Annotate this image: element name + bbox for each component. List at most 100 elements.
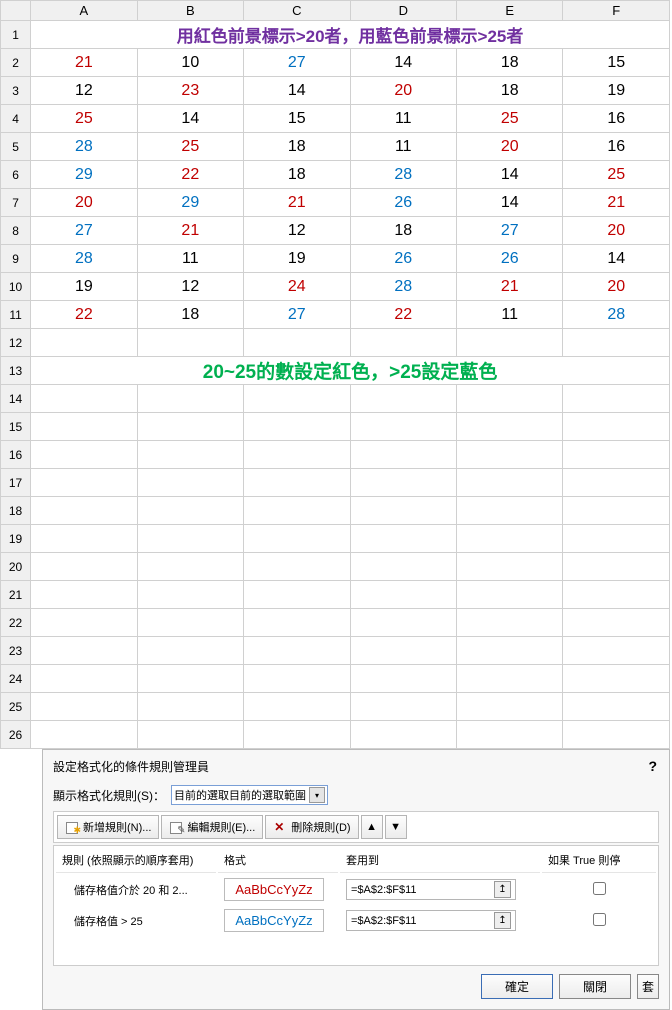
- data-cell[interactable]: 25: [457, 105, 563, 133]
- data-cell[interactable]: 27: [31, 217, 137, 245]
- empty-cell[interactable]: [137, 441, 243, 469]
- row-header[interactable]: 25: [1, 693, 31, 721]
- row-header[interactable]: 17: [1, 469, 31, 497]
- ok-button[interactable]: 確定: [481, 974, 553, 999]
- empty-cell[interactable]: [457, 665, 563, 693]
- col-header[interactable]: D: [350, 1, 456, 21]
- empty-cell[interactable]: [31, 469, 137, 497]
- empty-cell[interactable]: [457, 469, 563, 497]
- empty-cell[interactable]: [137, 329, 243, 357]
- data-cell[interactable]: 18: [457, 77, 563, 105]
- range-picker-icon[interactable]: ↥: [494, 881, 511, 898]
- empty-cell[interactable]: [563, 693, 670, 721]
- data-cell[interactable]: 21: [457, 273, 563, 301]
- row-header[interactable]: 5: [1, 133, 31, 161]
- empty-cell[interactable]: [244, 553, 350, 581]
- empty-cell[interactable]: [563, 721, 670, 749]
- data-cell[interactable]: 29: [31, 161, 137, 189]
- empty-cell[interactable]: [137, 693, 243, 721]
- row-header[interactable]: 23: [1, 637, 31, 665]
- empty-cell[interactable]: [563, 525, 670, 553]
- row-header[interactable]: 6: [1, 161, 31, 189]
- empty-cell[interactable]: [563, 497, 670, 525]
- empty-cell[interactable]: [31, 665, 137, 693]
- empty-cell[interactable]: [457, 553, 563, 581]
- empty-cell[interactable]: [137, 721, 243, 749]
- empty-cell[interactable]: [563, 329, 670, 357]
- data-cell[interactable]: 12: [244, 217, 350, 245]
- data-cell[interactable]: 26: [350, 245, 456, 273]
- row-header[interactable]: 24: [1, 665, 31, 693]
- empty-cell[interactable]: [137, 525, 243, 553]
- rule-row[interactable]: 儲存格值介於 20 和 2...AaBbCcYyZz↥: [56, 875, 656, 904]
- empty-cell[interactable]: [563, 469, 670, 497]
- edit-rule-button[interactable]: 編輯規則(E)...: [161, 815, 263, 839]
- stop-if-true-checkbox[interactable]: [593, 882, 606, 895]
- empty-cell[interactable]: [457, 525, 563, 553]
- data-cell[interactable]: 19: [31, 273, 137, 301]
- data-cell[interactable]: 11: [137, 245, 243, 273]
- data-cell[interactable]: 25: [137, 133, 243, 161]
- apply-button[interactable]: 套: [637, 974, 659, 999]
- empty-cell[interactable]: [244, 693, 350, 721]
- empty-cell[interactable]: [31, 693, 137, 721]
- data-cell[interactable]: 20: [563, 217, 670, 245]
- row-header[interactable]: 10: [1, 273, 31, 301]
- data-cell[interactable]: 12: [137, 273, 243, 301]
- empty-cell[interactable]: [244, 441, 350, 469]
- empty-cell[interactable]: [137, 581, 243, 609]
- data-cell[interactable]: 16: [563, 133, 670, 161]
- empty-cell[interactable]: [244, 665, 350, 693]
- empty-cell[interactable]: [563, 609, 670, 637]
- empty-cell[interactable]: [457, 497, 563, 525]
- empty-cell[interactable]: [31, 385, 137, 413]
- empty-cell[interactable]: [563, 581, 670, 609]
- empty-cell[interactable]: [457, 637, 563, 665]
- empty-cell[interactable]: [31, 497, 137, 525]
- data-cell[interactable]: 18: [244, 161, 350, 189]
- data-cell[interactable]: 19: [244, 245, 350, 273]
- data-cell[interactable]: 18: [137, 301, 243, 329]
- row-header[interactable]: 20: [1, 553, 31, 581]
- empty-cell[interactable]: [244, 469, 350, 497]
- data-cell[interactable]: 24: [244, 273, 350, 301]
- row-header[interactable]: 13: [1, 357, 31, 385]
- data-cell[interactable]: 18: [244, 133, 350, 161]
- empty-cell[interactable]: [244, 525, 350, 553]
- data-cell[interactable]: 26: [350, 189, 456, 217]
- empty-cell[interactable]: [31, 581, 137, 609]
- data-cell[interactable]: 12: [31, 77, 137, 105]
- applies-to-input[interactable]: [351, 884, 494, 896]
- empty-cell[interactable]: [244, 581, 350, 609]
- empty-cell[interactable]: [350, 665, 456, 693]
- empty-cell[interactable]: [31, 413, 137, 441]
- applies-to-field[interactable]: ↥: [346, 910, 516, 931]
- data-cell[interactable]: 20: [457, 133, 563, 161]
- data-cell[interactable]: 11: [350, 105, 456, 133]
- data-cell[interactable]: 27: [244, 301, 350, 329]
- empty-cell[interactable]: [350, 525, 456, 553]
- empty-cell[interactable]: [244, 497, 350, 525]
- row-header[interactable]: 19: [1, 525, 31, 553]
- data-cell[interactable]: 23: [137, 77, 243, 105]
- range-picker-icon[interactable]: ↥: [494, 912, 511, 929]
- empty-cell[interactable]: [563, 441, 670, 469]
- row-header[interactable]: 11: [1, 301, 31, 329]
- data-cell[interactable]: 11: [457, 301, 563, 329]
- close-button[interactable]: 關閉: [559, 974, 631, 999]
- data-cell[interactable]: 22: [31, 301, 137, 329]
- data-cell[interactable]: 18: [457, 49, 563, 77]
- data-cell[interactable]: 19: [563, 77, 670, 105]
- move-down-button[interactable]: ▼: [385, 815, 407, 839]
- row-header[interactable]: 9: [1, 245, 31, 273]
- empty-cell[interactable]: [137, 413, 243, 441]
- empty-cell[interactable]: [350, 553, 456, 581]
- summary-cell[interactable]: 20~25的數設定紅色，>25設定藍色: [31, 357, 670, 385]
- empty-cell[interactable]: [457, 581, 563, 609]
- row-header[interactable]: 16: [1, 441, 31, 469]
- empty-cell[interactable]: [563, 413, 670, 441]
- empty-cell[interactable]: [563, 665, 670, 693]
- empty-cell[interactable]: [244, 721, 350, 749]
- empty-cell[interactable]: [563, 385, 670, 413]
- empty-cell[interactable]: [457, 385, 563, 413]
